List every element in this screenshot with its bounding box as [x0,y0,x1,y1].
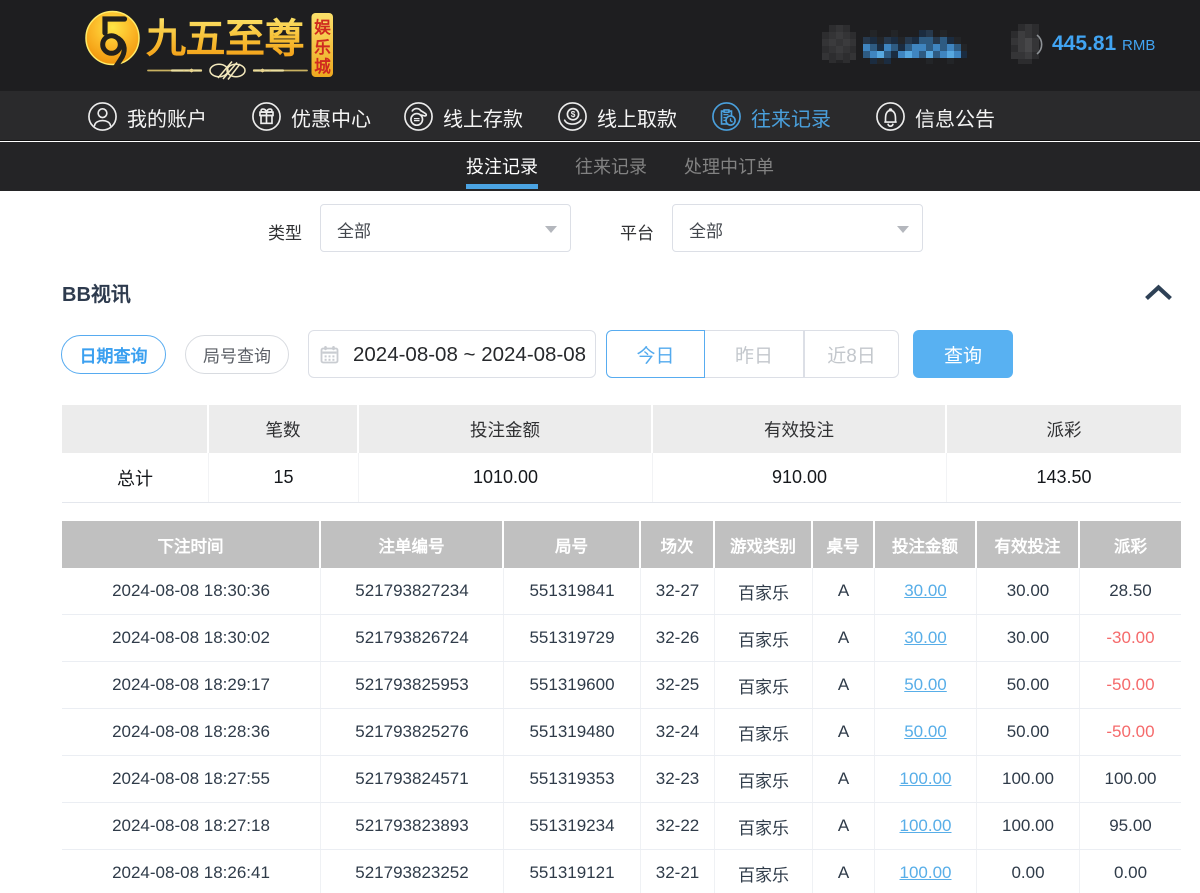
svg-text:城: 城 [314,57,331,76]
svg-text:乐: 乐 [314,38,331,57]
svg-text:九五至尊: 九五至尊 [146,16,304,61]
svg-text:娱: 娱 [314,17,331,37]
svg-text:$: $ [571,110,576,119]
